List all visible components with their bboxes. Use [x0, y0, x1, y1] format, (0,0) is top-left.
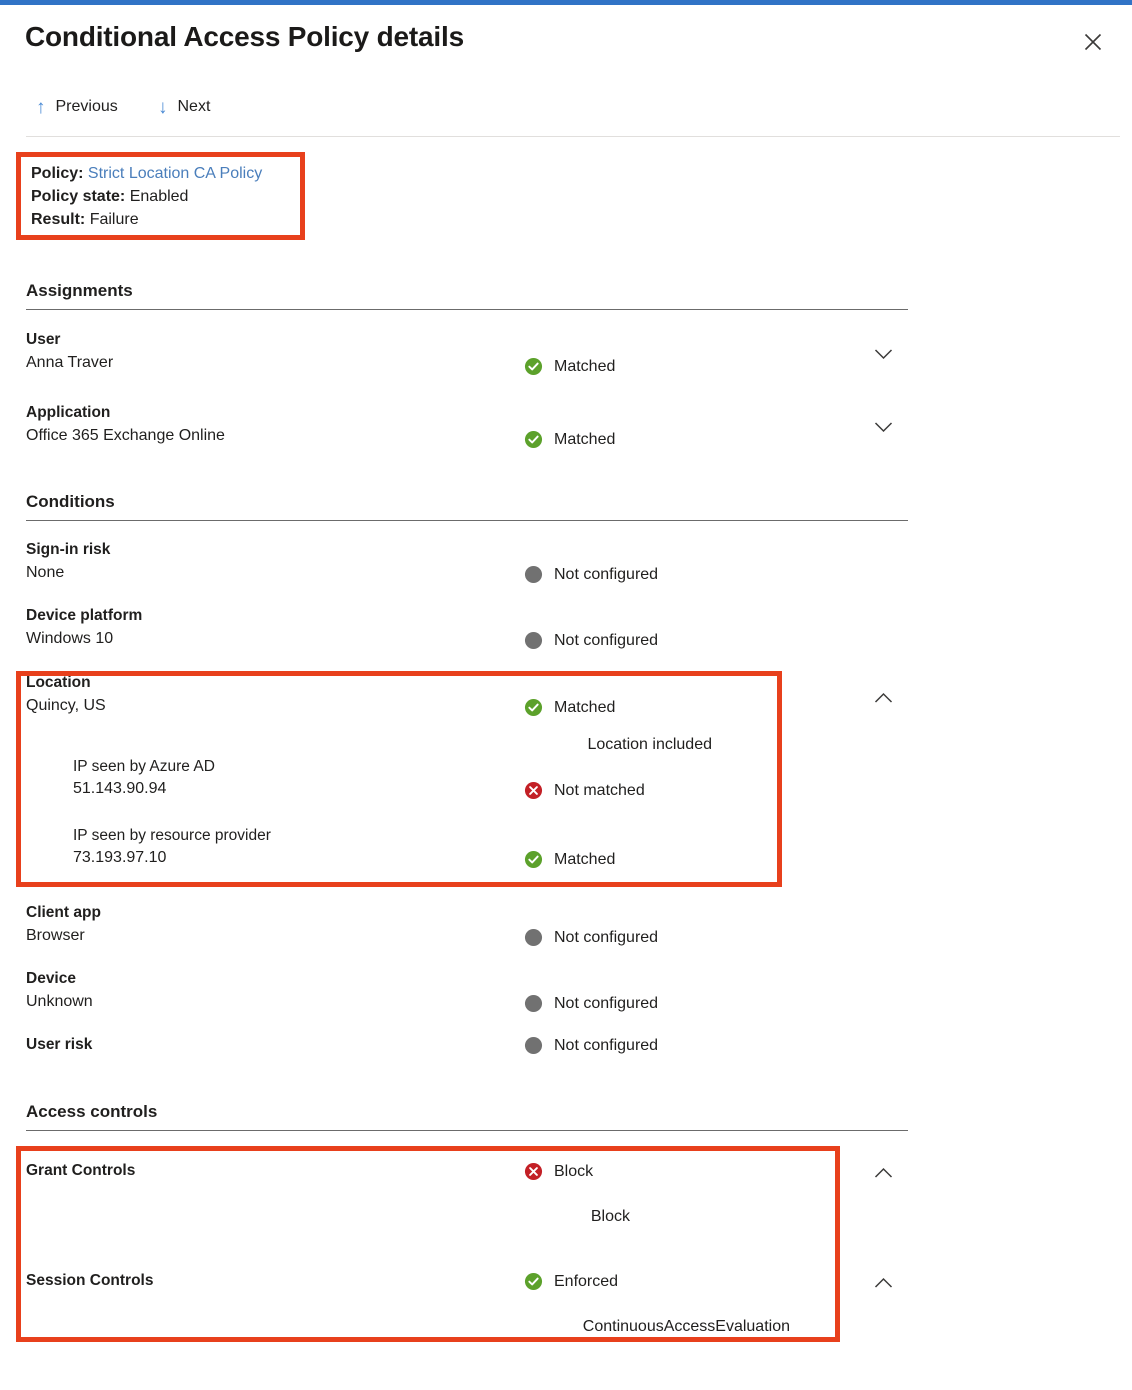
success-check-icon [524, 357, 543, 376]
subrow-label: IP seen by Azure AD [73, 758, 215, 776]
neutral-dot-icon [524, 565, 543, 584]
status-label: Matched [554, 851, 615, 869]
status-label: Not configured [554, 995, 658, 1013]
arrow-up-icon: ↑ [36, 98, 46, 117]
row-value: Office 365 Exchange Online [26, 427, 225, 445]
chevron-down-icon[interactable] [868, 344, 898, 364]
status-badge: Not configured [524, 928, 658, 947]
chevron-up-icon[interactable] [868, 1163, 898, 1183]
status-label: Enforced [554, 1273, 618, 1291]
success-check-icon [524, 850, 543, 869]
row-label: Location [26, 674, 91, 692]
panel-header: Conditional Access Policy details [0, 5, 1132, 80]
row-value: None [26, 564, 64, 582]
section-heading-conditions: Conditions [26, 492, 908, 521]
row-label: Session Controls [26, 1272, 153, 1290]
status-label: Block [554, 1163, 593, 1181]
next-label: Next [178, 98, 211, 116]
grant-controls-detail-text: Block [320, 1208, 630, 1226]
status-badge: Matched [524, 357, 615, 376]
error-x-icon [524, 781, 543, 800]
row-label: Device platform [26, 607, 142, 625]
section-heading-access-controls: Access controls [26, 1102, 908, 1131]
policy-summary-highlight-box: Policy: Strict Location CA Policy Policy… [16, 152, 305, 240]
row-value: Windows 10 [26, 630, 113, 648]
status-badge: Enforced [524, 1272, 618, 1291]
status-badge: Matched [524, 850, 615, 869]
session-controls-detail-text: ContinuousAccessEvaluation [320, 1318, 790, 1336]
row-label: User risk [26, 1036, 92, 1054]
row-value: Quincy, US [26, 697, 106, 715]
status-badge: Not configured [524, 565, 658, 584]
status-badge: Not configured [524, 631, 658, 650]
close-icon[interactable] [1076, 25, 1110, 59]
status-badge: Matched [524, 698, 615, 717]
result-value: Failure [90, 211, 139, 228]
status-badge: Not matched [524, 781, 645, 800]
neutral-dot-icon [524, 928, 543, 947]
success-check-icon [524, 1272, 543, 1291]
chevron-down-icon[interactable] [868, 417, 898, 437]
policy-state-label: Policy state: [31, 188, 125, 205]
policy-state-value: Enabled [130, 188, 189, 205]
status-label: Not matched [554, 782, 645, 800]
result-row: Result: Failure [31, 208, 262, 231]
page-title: Conditional Access Policy details [25, 21, 464, 53]
error-x-icon [524, 1162, 543, 1181]
chevron-up-icon[interactable] [868, 1273, 898, 1293]
location-detail-text: Location included [300, 736, 712, 754]
success-check-icon [524, 698, 543, 717]
policy-state-row: Policy state: Enabled [31, 185, 262, 208]
neutral-dot-icon [524, 994, 543, 1013]
command-bar: ↑ Previous ↓ Next [0, 92, 1132, 136]
conditional-access-policy-details-panel: Conditional Access Policy details ↑ Prev… [0, 0, 1132, 1390]
status-label: Matched [554, 699, 615, 717]
row-value: Browser [26, 927, 85, 945]
access-controls-highlight-box [16, 1146, 840, 1342]
row-label: Device [26, 970, 76, 988]
subrow-label: IP seen by resource provider [73, 827, 271, 845]
result-label: Result: [31, 211, 85, 228]
policy-name-link[interactable]: Strict Location CA Policy [88, 165, 262, 182]
status-label: Not configured [554, 1037, 658, 1055]
previous-label: Previous [56, 98, 118, 116]
row-value: Unknown [26, 993, 93, 1011]
section-heading-assignments: Assignments [26, 281, 908, 310]
subrow-value: 51.143.90.94 [73, 780, 166, 798]
command-bar-divider [26, 136, 1120, 137]
status-label: Matched [554, 431, 615, 449]
subrow-value: 73.193.97.10 [73, 849, 166, 867]
status-badge: Matched [524, 430, 615, 449]
status-label: Not configured [554, 566, 658, 584]
row-label: Sign-in risk [26, 541, 110, 559]
status-badge: Not configured [524, 994, 658, 1013]
previous-button[interactable]: ↑ Previous [36, 92, 118, 122]
row-label: Client app [26, 904, 101, 922]
status-label: Not configured [554, 929, 658, 947]
neutral-dot-icon [524, 1036, 543, 1055]
status-badge: Block [524, 1162, 593, 1181]
row-value: Anna Traver [26, 354, 113, 372]
policy-row: Policy: Strict Location CA Policy [31, 162, 262, 185]
policy-summary: Policy: Strict Location CA Policy Policy… [31, 162, 262, 231]
next-button[interactable]: ↓ Next [158, 92, 210, 122]
arrow-down-icon: ↓ [158, 98, 168, 117]
policy-label: Policy: [31, 165, 83, 182]
row-label: Application [26, 404, 110, 422]
neutral-dot-icon [524, 631, 543, 650]
row-label: Grant Controls [26, 1162, 135, 1180]
success-check-icon [524, 430, 543, 449]
status-label: Not configured [554, 632, 658, 650]
status-badge: Not configured [524, 1036, 658, 1055]
row-label: User [26, 331, 60, 349]
status-label: Matched [554, 358, 615, 376]
chevron-up-icon[interactable] [868, 688, 898, 708]
